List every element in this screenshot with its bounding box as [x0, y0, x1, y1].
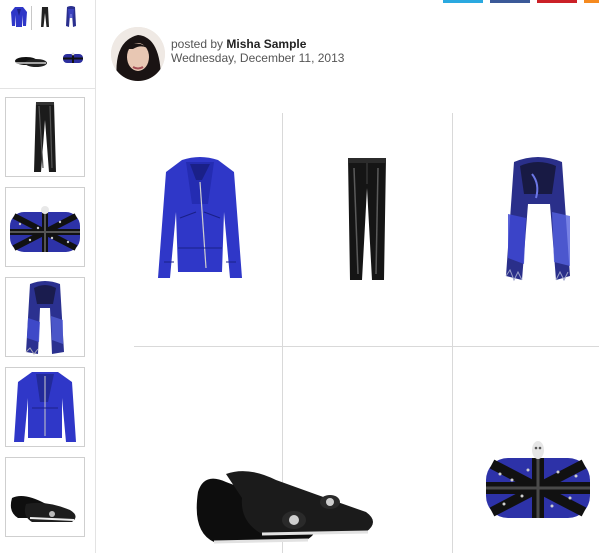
mini-jacket-icon	[11, 7, 27, 27]
author-name-link[interactable]: Misha Sample	[226, 37, 306, 51]
share-twitter-button[interactable]	[443, 0, 483, 3]
posted-by-label: posted by	[171, 37, 224, 51]
share-pinterest-button[interactable]	[537, 0, 577, 3]
thumbnail-leather-pants[interactable]	[5, 97, 85, 177]
mini-slippers-icon	[15, 57, 47, 67]
grid-divider	[452, 113, 453, 553]
mini-clutch-icon	[63, 52, 83, 63]
thumbnail-blue-biker-jacket[interactable]	[5, 367, 85, 447]
union-jack-clutch-thumb-image	[10, 206, 80, 252]
mini-scarf-icon	[66, 6, 76, 27]
thumbnail-blue-scarf[interactable]	[5, 277, 85, 357]
post-byline: posted by Misha Sample	[171, 37, 306, 51]
author-portrait-image	[111, 27, 165, 81]
product-thumbnail-list	[0, 88, 96, 553]
share-other-button[interactable]	[584, 0, 599, 3]
product-blue-biker-jacket[interactable]	[150, 152, 250, 284]
blue-scarf-thumb-image	[25, 281, 64, 355]
thumbnail-velvet-slippers[interactable]	[5, 457, 85, 537]
product-velvet-slippers[interactable]	[190, 462, 380, 552]
velvet-slippers-thumb-image	[10, 496, 76, 522]
grid-divider	[134, 346, 599, 347]
post-date: Wednesday, December 11, 2013	[171, 51, 345, 65]
product-union-jack-clutch[interactable]	[482, 436, 594, 522]
blue-biker-jacket-thumb-image	[14, 372, 76, 442]
mini-pants-icon	[41, 7, 49, 27]
product-blue-scarf[interactable]	[496, 154, 580, 284]
outfit-collage[interactable]	[0, 0, 96, 89]
leather-pants-thumb-image	[34, 102, 56, 172]
product-leather-pants[interactable]	[340, 154, 394, 282]
author-avatar[interactable]	[111, 27, 165, 81]
thumbnail-union-jack-clutch[interactable]	[5, 187, 85, 267]
share-facebook-button[interactable]	[490, 0, 530, 3]
